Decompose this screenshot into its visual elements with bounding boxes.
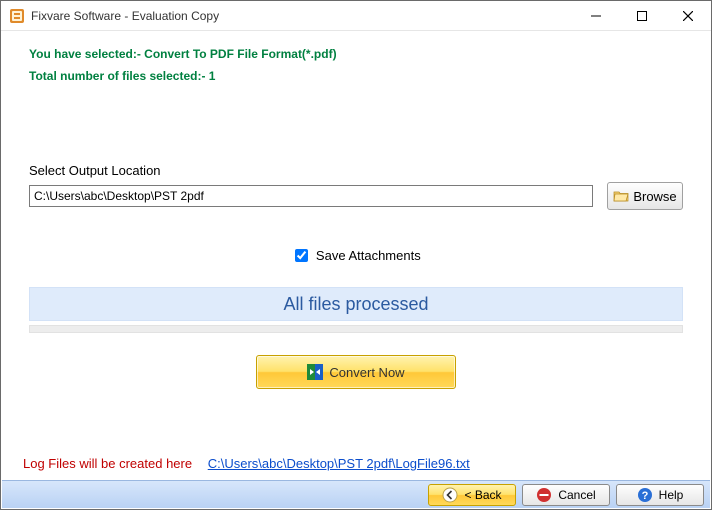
log-row: Log Files will be created here C:\Users\… bbox=[23, 456, 689, 471]
close-button[interactable] bbox=[665, 1, 711, 31]
save-attachments-row: Save Attachments bbox=[29, 246, 683, 265]
convert-row: Convert Now bbox=[29, 355, 683, 389]
browse-button-label: Browse bbox=[633, 189, 676, 204]
convert-now-label: Convert Now bbox=[329, 365, 404, 380]
svg-text:?: ? bbox=[641, 490, 648, 502]
save-attachments-checkbox[interactable] bbox=[295, 249, 308, 262]
maximize-button[interactable] bbox=[619, 1, 665, 31]
window-controls bbox=[573, 1, 711, 31]
back-arrow-icon bbox=[442, 487, 458, 503]
save-attachments-option[interactable]: Save Attachments bbox=[291, 248, 420, 263]
progress-bar bbox=[29, 325, 683, 333]
output-path-input[interactable] bbox=[29, 185, 593, 207]
back-button-label: < Back bbox=[464, 488, 501, 502]
back-button[interactable]: < Back bbox=[428, 484, 516, 506]
status-message: All files processed bbox=[29, 287, 683, 321]
output-row: Browse bbox=[29, 182, 683, 210]
log-label: Log Files will be created here bbox=[23, 456, 192, 471]
minimize-button[interactable] bbox=[573, 1, 619, 31]
app-icon bbox=[9, 8, 25, 24]
convert-now-button[interactable]: Convert Now bbox=[256, 355, 456, 389]
window-title: Fixvare Software - Evaluation Copy bbox=[31, 9, 219, 23]
help-button[interactable]: ? Help bbox=[616, 484, 704, 506]
save-attachments-label: Save Attachments bbox=[316, 248, 421, 263]
footer-bar: < Back Cancel ? Help bbox=[2, 480, 710, 508]
convert-icon bbox=[307, 364, 323, 380]
cancel-button-label: Cancel bbox=[558, 488, 595, 502]
selection-info: You have selected:- Convert To PDF File … bbox=[29, 47, 683, 61]
help-icon: ? bbox=[637, 487, 653, 503]
browse-button[interactable]: Browse bbox=[607, 182, 683, 210]
help-button-label: Help bbox=[659, 488, 684, 502]
titlebar: Fixvare Software - Evaluation Copy bbox=[1, 1, 711, 31]
output-location-label: Select Output Location bbox=[29, 163, 683, 178]
cancel-icon bbox=[536, 487, 552, 503]
cancel-button[interactable]: Cancel bbox=[522, 484, 610, 506]
folder-open-icon bbox=[613, 188, 629, 204]
log-file-link[interactable]: C:\Users\abc\Desktop\PST 2pdf\LogFile96.… bbox=[208, 456, 470, 471]
main-content: You have selected:- Convert To PDF File … bbox=[1, 31, 711, 389]
total-files-info: Total number of files selected:- 1 bbox=[29, 69, 683, 83]
